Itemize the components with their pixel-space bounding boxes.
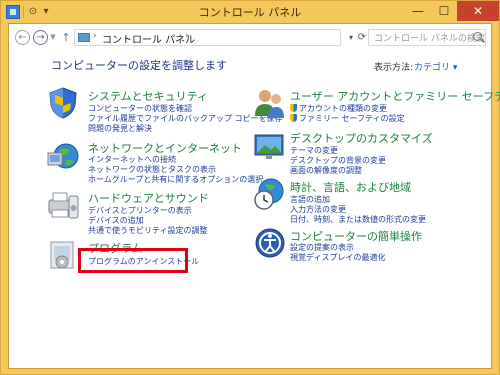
- search-input[interactable]: コントロール パネルの検索: [368, 29, 486, 46]
- task-change-date-format[interactable]: 日付、時刻、または数値の形式の変更: [290, 214, 426, 225]
- task-mobility-settings[interactable]: 共通で使うモビリティ設定の調整: [88, 225, 208, 236]
- category-user-accounts[interactable]: ユーザー アカウントとファミリー セーフティ: [290, 88, 500, 104]
- back-button[interactable]: ←: [15, 30, 30, 45]
- category-hardware-sound[interactable]: ハードウェアとサウンド: [88, 190, 209, 206]
- task-adjust-resolution[interactable]: 画面の解像度の調整: [290, 165, 362, 176]
- address-bar[interactable]: › コントロール パネル ›: [74, 29, 341, 46]
- breadcrumb-chevron-icon[interactable]: ›: [93, 31, 97, 41]
- category-system-security[interactable]: システムとセキュリティ: [88, 88, 208, 104]
- category-desktop-customization[interactable]: デスクトップのカスタマイズ: [290, 130, 433, 146]
- uac-shield-icon: [290, 104, 297, 112]
- forward-button[interactable]: →: [33, 30, 48, 45]
- breadcrumb-chevron-icon[interactable]: ›: [185, 31, 189, 41]
- address-toolbar: ← → ▼ ↑ › コントロール パネル › ▾ ⟳ コントロール パネルの検索: [9, 24, 491, 54]
- control-panel-window: ⊙ ▾ コントロール パネル — ☐ ✕ ← → ▼ ↑ › コントロール パネ…: [0, 0, 500, 375]
- task-family-safety[interactable]: ファミリー セーフティの設定: [290, 113, 405, 124]
- recent-locations-chevron-down-icon[interactable]: ▼: [49, 30, 57, 45]
- up-button[interactable]: ↑: [60, 30, 72, 45]
- close-button[interactable]: ✕: [457, 1, 499, 21]
- task-optimize-display[interactable]: 視覚ディスプレイの最適化: [290, 252, 385, 263]
- uninstall-highlight-box: [78, 248, 188, 273]
- task-family-safety-label: ファミリー セーフティの設定: [299, 114, 405, 123]
- system-security-shield-icon[interactable]: [46, 86, 80, 120]
- task-find-fix-problems[interactable]: 問題の発見と解決: [88, 123, 152, 134]
- refresh-icon[interactable]: ⟳: [356, 30, 368, 45]
- content-area: ← → ▼ ↑ › コントロール パネル › ▾ ⟳ コントロール パネルの検索…: [8, 23, 500, 369]
- hardware-printer-icon[interactable]: [46, 188, 80, 222]
- clock-language-region-icon[interactable]: [253, 177, 287, 211]
- title-bar[interactable]: ⊙ ▾ コントロール パネル — ☐ ✕: [1, 1, 499, 23]
- control-panel-icon: [78, 33, 90, 42]
- category-clock-language-region[interactable]: 時計、言語、および地域: [290, 179, 411, 195]
- ease-of-access-icon[interactable]: [253, 226, 287, 260]
- network-globe-icon[interactable]: [46, 138, 80, 172]
- programs-icon[interactable]: [46, 238, 80, 272]
- page-heading: コンピューターの設定を調整します: [51, 59, 227, 72]
- search-placeholder: コントロール パネルの検索: [374, 34, 485, 44]
- breadcrumb-control-panel[interactable]: コントロール パネル: [102, 31, 195, 46]
- view-by-dropdown[interactable]: カテゴリ ▾: [410, 58, 461, 75]
- desktop-customization-icon[interactable]: [253, 129, 287, 163]
- user-accounts-icon[interactable]: [253, 86, 287, 120]
- view-by-label: 表示方法:: [374, 63, 414, 73]
- maximize-button[interactable]: ☐: [431, 1, 457, 21]
- minimize-button[interactable]: —: [405, 1, 431, 21]
- task-change-account-type-label: アカウントの種類の変更: [299, 104, 387, 113]
- task-homegroup-sharing[interactable]: ホームグループと共有に関するオプションの選択: [88, 174, 263, 185]
- search-icon[interactable]: [473, 32, 482, 41]
- uac-shield-icon: [290, 114, 297, 122]
